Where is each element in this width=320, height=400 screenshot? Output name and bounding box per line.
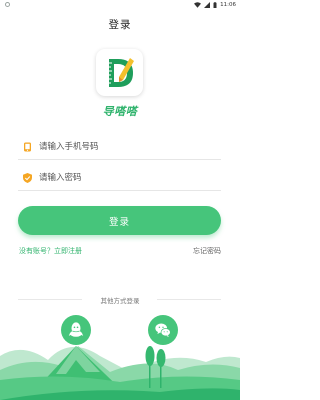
status-bar: 11:06 xyxy=(0,0,240,9)
register-link[interactable]: 没有账号？立即注册 xyxy=(19,246,82,256)
app-name: 导嗒嗒 xyxy=(102,105,138,118)
phone-icon xyxy=(24,142,31,152)
status-indicators: 11:06 xyxy=(194,0,236,9)
shield-icon xyxy=(23,173,32,183)
landscape-illustration xyxy=(0,346,240,400)
wifi-icon xyxy=(194,1,202,8)
wechat-login-button[interactable] xyxy=(148,315,178,345)
battery-icon xyxy=(213,1,217,8)
qq-login-button[interactable] xyxy=(61,315,91,345)
status-time: 11:06 xyxy=(220,1,236,8)
login-screen: 11:06 登录 导嗒嗒 请输入手机号码 登录 没有账号？立即注册 忘记密码 其… xyxy=(0,0,240,400)
password-field[interactable] xyxy=(18,165,221,191)
logo-d-ruler-icon xyxy=(109,58,134,87)
page-title: 登录 xyxy=(108,19,132,31)
notification-icon xyxy=(5,2,10,7)
qq-icon xyxy=(68,322,84,337)
password-input[interactable] xyxy=(39,171,214,185)
app-logo xyxy=(96,49,143,96)
login-button[interactable]: 登录 xyxy=(18,206,221,235)
wechat-icon xyxy=(155,323,171,338)
forgot-password-link[interactable]: 忘记密码 xyxy=(193,246,221,256)
signal-icon xyxy=(204,1,211,8)
phone-input[interactable] xyxy=(39,140,214,154)
other-login-label: 其他方式登录 xyxy=(100,297,140,305)
phone-field[interactable] xyxy=(18,134,221,160)
